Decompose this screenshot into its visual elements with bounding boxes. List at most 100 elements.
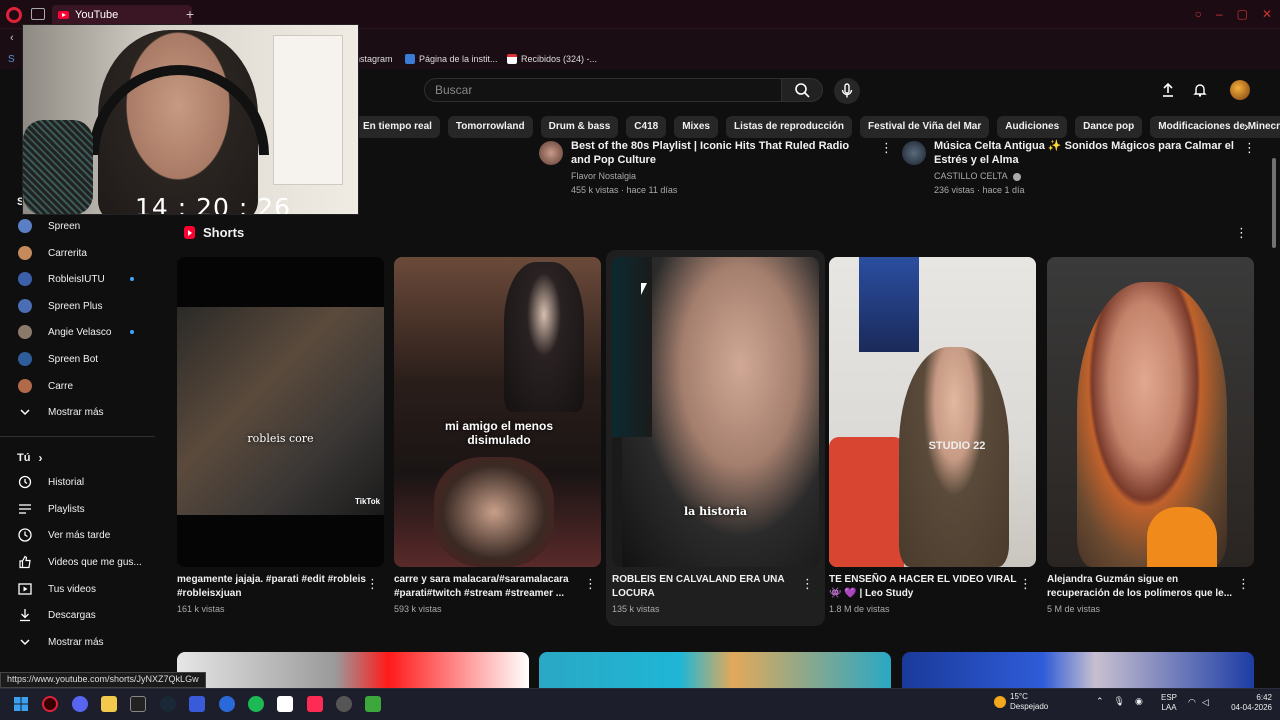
sidebar-item-angie-velasco[interactable]: Angie Velasco bbox=[0, 321, 150, 343]
more-options-icon[interactable]: ⋮ bbox=[801, 576, 814, 592]
chip[interactable]: Mixes bbox=[674, 116, 718, 138]
spotify-icon[interactable] bbox=[248, 696, 264, 712]
opera-gx-taskbar-icon[interactable] bbox=[42, 696, 58, 712]
short-thumbnail[interactable]: robleis core TikTok bbox=[177, 257, 384, 567]
capcut-icon[interactable] bbox=[277, 696, 293, 712]
tiktok-watermark: TikTok bbox=[355, 497, 381, 506]
search-input[interactable]: Buscar bbox=[424, 78, 782, 102]
file-explorer-icon[interactable] bbox=[101, 696, 117, 712]
sidebar-item-liked-videos[interactable]: Videos que me gus... bbox=[0, 551, 150, 573]
sidebar-item-spreen-bot[interactable]: Spreen Bot bbox=[0, 348, 150, 370]
search-button[interactable] bbox=[781, 78, 823, 102]
sidebar-item-spreen-plus[interactable]: Spreen Plus bbox=[0, 295, 150, 317]
channel-avatar bbox=[18, 272, 32, 286]
shelf-options-icon[interactable]: ⋮ bbox=[1235, 225, 1248, 241]
minecraft-icon[interactable] bbox=[365, 696, 381, 712]
tab-youtube[interactable]: YouTube bbox=[52, 5, 192, 25]
video-title[interactable]: Música Celta Antigua ✨ Sonidos Mágicos p… bbox=[934, 139, 1234, 167]
video-thumbnail[interactable] bbox=[902, 652, 1254, 688]
windows-start-icon[interactable] bbox=[13, 696, 29, 712]
sidebar-item-carrerita[interactable]: Carrerita bbox=[0, 242, 150, 264]
scrollbar[interactable] bbox=[1272, 158, 1276, 248]
app-icon[interactable] bbox=[189, 696, 205, 712]
search-tabs-icon[interactable]: ○ bbox=[1195, 7, 1202, 21]
mic-tray-icon[interactable]: 🎙 bbox=[1114, 696, 1125, 707]
bookmark-instagram[interactable]: nstagram bbox=[355, 54, 393, 64]
chip[interactable]: Dance pop bbox=[1075, 116, 1143, 138]
short-thumbnail[interactable]: mi amigo el menos disimulado bbox=[394, 257, 601, 567]
chip[interactable]: Audiciones bbox=[997, 116, 1068, 138]
minimize-icon[interactable]: – bbox=[1216, 7, 1223, 21]
short-views: 1.8 M de vistas bbox=[829, 604, 890, 614]
back-icon[interactable]: ‹ bbox=[10, 32, 14, 44]
sidebar-item-spreen[interactable]: Spreen bbox=[0, 215, 150, 237]
chip[interactable]: Modificaciones de Minecraft bbox=[1150, 116, 1280, 138]
sidebar-item-ver-mas-tarde[interactable]: Ver más tarde bbox=[0, 524, 150, 546]
input-language[interactable]: ESP LAA bbox=[1161, 693, 1177, 713]
chip[interactable]: Tomorrowland bbox=[447, 116, 533, 138]
more-options-icon[interactable]: ⋮ bbox=[584, 576, 597, 592]
webcam-door bbox=[273, 35, 343, 185]
nvidia-icon[interactable]: ◉ bbox=[1135, 696, 1143, 707]
sidebar-item-tus-videos[interactable]: Tus videos bbox=[0, 578, 150, 600]
short-title[interactable]: carre y sara malacara/#saramalacara #par… bbox=[394, 573, 584, 601]
more-options-icon[interactable]: ⋮ bbox=[1019, 576, 1032, 592]
chip[interactable]: Listas de reproducción bbox=[726, 116, 853, 138]
steam-icon[interactable] bbox=[160, 696, 176, 712]
bookmark-institucion[interactable]: Página de la instit... bbox=[405, 54, 498, 64]
sidebar-show-more-you[interactable]: Mostrar más bbox=[0, 631, 150, 653]
channel-avatar bbox=[18, 325, 32, 339]
network-volume-icons[interactable]: ◠ ◁ bbox=[1188, 697, 1209, 708]
sidebar-show-more-subscriptions[interactable]: Mostrar más bbox=[0, 401, 150, 423]
channel-avatar[interactable] bbox=[539, 141, 563, 165]
short-thumbnail[interactable]: STUDIO 22 bbox=[829, 257, 1036, 567]
short-title[interactable]: megamente jajaja. #parati #edit #robleis… bbox=[177, 573, 367, 601]
chip[interactable]: Drum & bass bbox=[540, 116, 619, 138]
upload-icon[interactable] bbox=[1160, 82, 1176, 98]
voice-search-button[interactable] bbox=[834, 78, 860, 104]
more-options-icon[interactable]: ⋮ bbox=[1243, 140, 1256, 156]
close-icon[interactable]: ✕ bbox=[1262, 7, 1272, 21]
chevron-right-icon[interactable]: › bbox=[1244, 118, 1258, 136]
short-title[interactable]: TE ENSEÑO A HACER EL VIDEO VIRAL 👾 💜 | L… bbox=[829, 573, 1019, 601]
short-title[interactable]: Alejandra Guzmán sigue en recuperación d… bbox=[1047, 573, 1237, 601]
more-options-icon[interactable]: ⋮ bbox=[880, 140, 893, 156]
short-views: 135 k vistas bbox=[612, 604, 660, 614]
channel-avatar[interactable] bbox=[902, 141, 926, 165]
channel-name[interactable]: Flavor Nostalgia bbox=[571, 169, 636, 183]
opera-logo-icon[interactable] bbox=[6, 7, 22, 23]
edge-icon[interactable] bbox=[219, 696, 235, 712]
chip[interactable]: Festival de Viña del Mar bbox=[860, 116, 990, 138]
more-options-icon[interactable]: ⋮ bbox=[366, 576, 379, 592]
video-thumbnail[interactable] bbox=[177, 652, 529, 688]
chevron-up-icon[interactable]: ⌃ bbox=[1096, 696, 1104, 707]
video-title[interactable]: Best of the 80s Playlist | Iconic Hits T… bbox=[571, 139, 871, 167]
short-thumbnail[interactable] bbox=[1047, 257, 1254, 567]
sidebar-item-robleisiutu[interactable]: RobleisIUTU bbox=[0, 268, 150, 290]
notifications-bell-icon[interactable] bbox=[1192, 82, 1208, 98]
epic-games-icon[interactable] bbox=[130, 696, 146, 712]
sidebar-toggle-icon[interactable]: S bbox=[8, 54, 15, 65]
you-section-header[interactable]: Tú › bbox=[17, 451, 42, 465]
account-avatar[interactable] bbox=[1230, 80, 1250, 100]
channel-name[interactable]: CASTILLO CELTA bbox=[934, 169, 1021, 183]
sidebar-item-descargas[interactable]: Descargas bbox=[0, 604, 150, 626]
sidebar-item-playlists[interactable]: Playlists bbox=[0, 498, 150, 520]
chip[interactable]: En tiempo real bbox=[355, 116, 440, 138]
more-options-icon[interactable]: ⋮ bbox=[1237, 576, 1250, 592]
sidebar-item-historial[interactable]: Historial bbox=[0, 471, 150, 493]
short-title[interactable]: ROBLEIS EN CALVALAND ERA UNA LOCURA bbox=[612, 573, 802, 601]
chip[interactable]: C418 bbox=[626, 116, 667, 138]
obs-icon[interactable] bbox=[336, 696, 352, 712]
video-thumbnail[interactable] bbox=[539, 652, 891, 688]
sidebar-item-carre[interactable]: Carre bbox=[0, 375, 150, 397]
tiktok-icon[interactable] bbox=[307, 696, 323, 712]
bookmark-gmail[interactable]: Recibidos (324) -... bbox=[507, 54, 597, 64]
weather-widget[interactable]: 15°C Despejado bbox=[994, 692, 1048, 712]
maximize-icon[interactable]: ▢ bbox=[1237, 7, 1248, 21]
workspaces-icon[interactable] bbox=[31, 8, 45, 20]
new-tab-button[interactable]: + bbox=[182, 6, 198, 22]
discord-icon[interactable] bbox=[72, 696, 88, 712]
short-thumbnail[interactable]: la historia bbox=[612, 257, 819, 567]
taskbar-clock[interactable]: 6:42 04-04-2026 bbox=[1222, 693, 1272, 713]
